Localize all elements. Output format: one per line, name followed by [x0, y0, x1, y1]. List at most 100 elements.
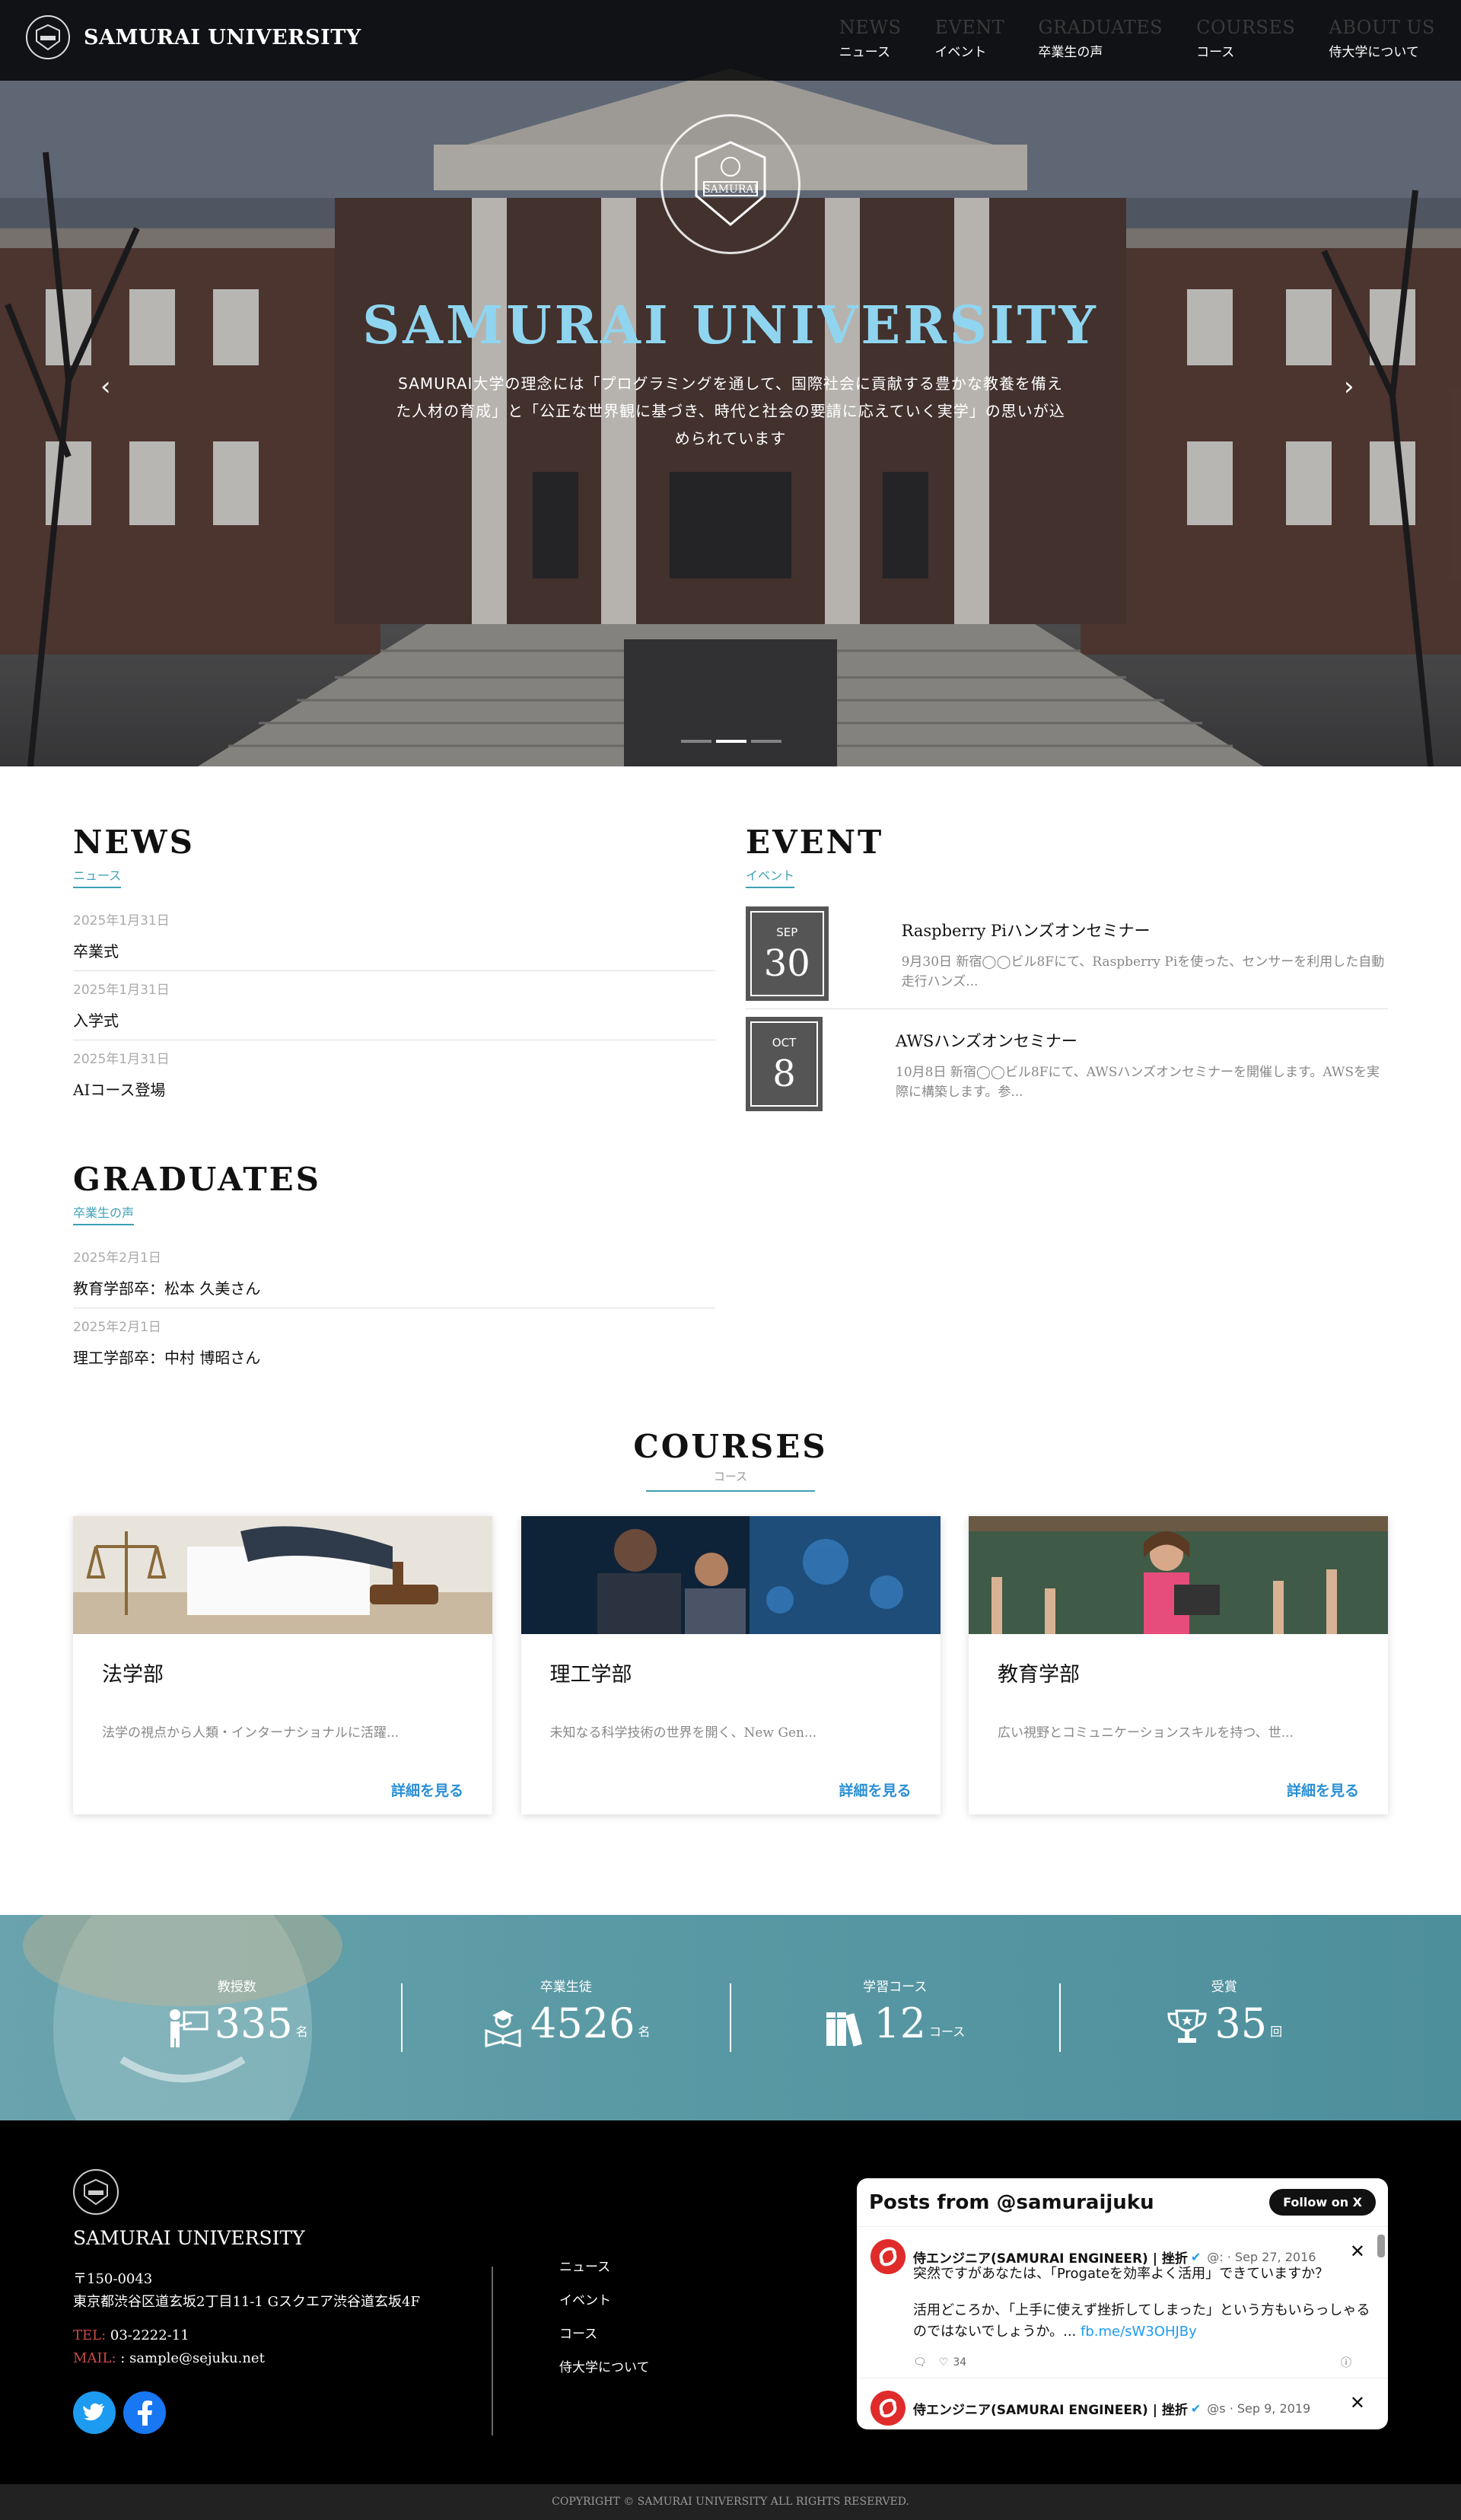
news-subtitle: ニュース [73, 865, 122, 888]
stat-professors: 教授数 335 名 [73, 1915, 401, 2120]
footer-link-news[interactable]: ニュース [559, 2256, 650, 2275]
tel-value[interactable]: 03-2222-11 [110, 2327, 189, 2343]
stat-unit: コース [929, 2025, 966, 2039]
news-title-text: 入学式 [73, 1012, 119, 1030]
stat-label: 学習コース [863, 1980, 928, 1995]
slider-dot-1[interactable] [681, 740, 711, 743]
news-date: 2025年1月31日 [73, 1052, 170, 1067]
stat-unit: 名 [638, 2025, 651, 2039]
course-title: 法学部 [102, 1663, 164, 1687]
course-detail-link[interactable]: 詳細を見る [1287, 1779, 1359, 1800]
slider-dots [681, 740, 786, 743]
course-card-engineering[interactable]: 理工学部 未知なる科学技術の世界を開く、New Gen... 詳細を見る [520, 1516, 941, 1814]
mail-value[interactable]: : sample@sejuku.net [120, 2350, 265, 2366]
post-link[interactable]: fb.me/sW3OHJBy [1081, 2324, 1197, 2340]
verified-icon: ✔ [1190, 2401, 1202, 2416]
nav-graduates[interactable]: GRADUATES 卒業生の声 [1038, 17, 1163, 60]
event-date-badge: OCT 8 [746, 1017, 823, 1111]
nav-news-ja: ニュース [839, 45, 890, 60]
hero-slider: SAMURAI SAMURAI UNIVERSITY SAMURAI大学の理念に… [0, 0, 1461, 766]
chevron-right-icon[interactable]: › [1344, 371, 1354, 402]
stat-awards: 受賞 35 回 [1061, 1915, 1389, 2120]
footer-street: 東京都渋谷区道玄坂2丁目11-1 Gスクエア渋谷道玄坂4F [73, 2294, 420, 2310]
graduates-section: GRADUATES 卒業生の声 2025年2月1日 教育学部卒：松本 久美さん … [73, 1161, 715, 1377]
site-header: SAMURAI UNIVERSITY NEWS ニュース EVENT イベント … [0, 0, 1461, 81]
event-date-badge: SEP 30 [746, 906, 829, 1001]
footer-link-courses[interactable]: コース [559, 2323, 650, 2342]
news-section: NEWS ニュース 2025年1月31日 卒業式 2025年1月31日 入学式 … [73, 824, 715, 1109]
like-icon[interactable]: ♡ [939, 2356, 949, 2369]
courses-subtitle: コース [713, 1470, 748, 1483]
graduates-list: 2025年2月1日 教育学部卒：松本 久美さん 2025年2月1日 理工学部卒：… [73, 1239, 715, 1377]
graduate-item[interactable]: 2025年2月1日 理工学部卒：中村 博昭さん [73, 1308, 715, 1377]
news-date: 2025年1月31日 [73, 983, 170, 998]
nav-courses-ja: コース [1196, 45, 1235, 60]
x-post[interactable]: 侍エンジニア(SAMURAI ENGINEER) | 挫折 ✔ @s · Sep… [857, 2378, 1388, 2429]
footer-link-event[interactable]: イベント [559, 2289, 650, 2308]
course-image-education [969, 1516, 1388, 1634]
course-cards: 法学部 法学の視点から人類・インターナショナルに活躍... 詳細を見る 理工学部… [73, 1516, 1388, 1814]
event-item-title: Raspberry Piハンズオンセミナー [901, 922, 1151, 940]
course-card-education[interactable]: 教育学部 広い視野とコミュニケーションスキルを持つ、世... 詳細を見る [969, 1516, 1388, 1814]
event-month: OCT [772, 1036, 797, 1050]
footer-link-about[interactable]: 侍大学について [559, 2356, 650, 2375]
news-item[interactable]: 2025年1月31日 卒業式 [73, 902, 715, 971]
x-logo-icon[interactable]: ✕ [1350, 2392, 1365, 2413]
samurai-avatar-icon [871, 2239, 906, 2274]
copyright: COPYRIGHT © SAMURAI UNIVERSITY ALL RIGHT… [0, 2484, 1461, 2520]
x-logo-icon[interactable]: ✕ [1350, 2241, 1365, 2262]
nav-event-en: EVENT [934, 17, 1005, 38]
tel-label: TEL: [73, 2327, 107, 2343]
news-item[interactable]: 2025年1月31日 AIコース登場 [73, 1040, 715, 1109]
slider-dot-2[interactable] [716, 740, 746, 743]
stat-graduates: 卒業生徒 4526 名 [403, 1915, 730, 2120]
nav-news[interactable]: NEWS ニュース [839, 17, 902, 60]
site-logo[interactable]: SAMURAI UNIVERSITY [26, 15, 361, 59]
mail-label: MAIL: [73, 2350, 116, 2366]
widget-scrollbar[interactable] [1377, 2235, 1385, 2257]
course-text: 法学の視点から人類・インターナショナルに活躍... [102, 1725, 399, 1741]
twitter-icon[interactable] [73, 2391, 116, 2434]
nav-about-en: ABOUT US [1329, 17, 1435, 38]
chevron-left-icon[interactable]: ‹ [100, 371, 111, 402]
hero-description: SAMURAI大学の理念には「プログラミングを通して、国際社会に貢献する豊かな教… [396, 374, 1065, 448]
footer-nav: ニュース イベント コース 侍大学について [559, 2256, 650, 2390]
event-item[interactable]: OCT 8 AWSハンズオンセミナー 10月8日 新宿◯◯ビル8Fにて、AWSハ… [746, 1009, 1388, 1119]
stat-number: 335 [214, 1999, 293, 2047]
nav-courses[interactable]: COURSES コース [1196, 17, 1295, 60]
stat-number: 35 [1214, 1999, 1268, 2047]
footer-emblem-icon[interactable] [73, 2169, 119, 2215]
event-item[interactable]: SEP 30 Raspberry Piハンズオンセミナー 9月30日 新宿◯◯ビ… [746, 899, 1388, 1009]
stat-number: 12 [874, 1999, 926, 2047]
event-day: 30 [763, 942, 810, 985]
graduate-icon [485, 2010, 521, 2047]
reply-icon[interactable]: 🗨 [913, 2356, 927, 2369]
course-detail-link[interactable]: 詳細を見る [391, 1779, 463, 1800]
follow-on-x-button[interactable]: Follow on X [1269, 2189, 1376, 2216]
stat-number: 4526 [530, 1999, 635, 2047]
nav-graduates-en: GRADUATES [1038, 17, 1163, 38]
stat-label: 受賞 [1211, 1980, 1237, 1995]
stats-section: 教授数 335 名 卒業生徒 4526 名 学習コース 12 コース 受賞 35… [0, 1915, 1461, 2120]
nav-about[interactable]: ABOUT US 侍大学について [1329, 17, 1435, 60]
x-timeline-widget: Posts from @samuraijuku Follow on X 侍エンジ… [857, 2178, 1388, 2429]
slider-dot-3[interactable] [751, 740, 781, 743]
trophy-icon [1167, 2009, 1207, 2043]
nav-event[interactable]: EVENT イベント [934, 17, 1004, 60]
course-detail-link[interactable]: 詳細を見る [839, 1779, 911, 1800]
facebook-icon[interactable] [123, 2391, 166, 2434]
news-item[interactable]: 2025年1月31日 入学式 [73, 971, 715, 1040]
x-post[interactable]: 侍エンジニア(SAMURAI ENGINEER) | 挫折 ✔ @: · Sep… [857, 2227, 1388, 2378]
stats-row: 教授数 335 名 卒業生徒 4526 名 学習コース 12 コース 受賞 35… [73, 1915, 1388, 2120]
course-card-law[interactable]: 法学部 法学の視点から人類・インターナショナルに活躍... 詳細を見る [73, 1516, 492, 1814]
event-subtitle: イベント [746, 865, 795, 888]
graduate-title: 理工学部卒：中村 博昭さん [73, 1349, 261, 1367]
course-image-engineering [520, 1516, 941, 1634]
university-emblem-icon: SAMURAI [660, 114, 801, 254]
course-image-law [73, 1516, 492, 1634]
event-title: EVENT [746, 824, 884, 861]
graduate-item[interactable]: 2025年2月1日 教育学部卒：松本 久美さん [73, 1239, 715, 1308]
stat-courses: 学習コース 12 コース [731, 1915, 1059, 2120]
footer-postal: 〒150-0043 [73, 2271, 153, 2287]
info-icon[interactable]: ⓘ [1341, 2355, 1351, 2370]
